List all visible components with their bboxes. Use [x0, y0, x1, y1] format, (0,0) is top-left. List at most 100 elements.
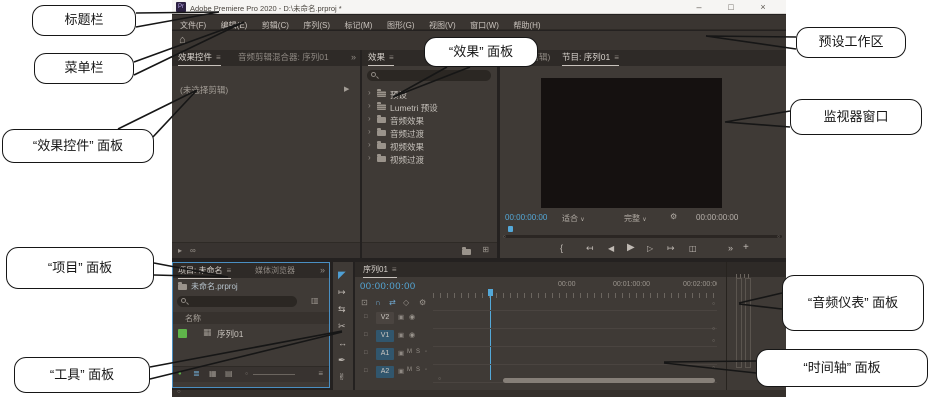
tab-effect-controls[interactable]: 效果控件≡: [178, 50, 221, 66]
nest-icon[interactable]: ⊡: [361, 298, 368, 307]
disclosure-icon[interactable]: ›: [368, 127, 371, 136]
fit-dropdown[interactable]: 适合 ∨: [562, 213, 585, 224]
sync-lock-icon[interactable]: ▣: [398, 349, 404, 357]
panel-menu-icon[interactable]: ≡: [212, 53, 221, 62]
snap-icon[interactable]: ∩: [375, 298, 381, 307]
tab-sequence-01[interactable]: 序列01≡: [363, 262, 397, 278]
tab-media-browser[interactable]: 媒体浏览器: [255, 263, 295, 278]
disclosure-icon[interactable]: ›: [368, 88, 371, 97]
go-to-out-button[interactable]: ↦: [667, 243, 675, 254]
track-target-v2[interactable]: V2: [376, 312, 394, 324]
add-marker-button[interactable]: {: [560, 243, 563, 253]
scrubber-left-handle[interactable]: ○: [503, 234, 506, 240]
tab-overflow-icon[interactable]: »: [351, 50, 356, 65]
linked-selection-icon[interactable]: ⇄: [389, 298, 396, 307]
filter-bin-icon[interactable]: ▥: [311, 296, 319, 305]
resolution-dropdown[interactable]: 完整 ∨: [624, 213, 647, 224]
voiceover-mic-icon[interactable]: ◦: [425, 367, 427, 373]
loop-icon[interactable]: ∞: [190, 246, 196, 255]
play-button[interactable]: ▶: [627, 242, 635, 253]
track-output-eye-icon[interactable]: ◉: [409, 331, 415, 339]
timeline-playhead-marker[interactable]: [488, 289, 493, 296]
button-editor-plus[interactable]: +: [743, 242, 749, 253]
effects-folder-row[interactable]: › 视频过渡: [362, 152, 497, 165]
track-resize-handle[interactable]: ○: [712, 338, 715, 344]
timeline-playhead-line[interactable]: [490, 296, 491, 380]
disclosure-icon[interactable]: ›: [368, 101, 371, 110]
panel-menu-icon[interactable]: ≡: [388, 265, 397, 274]
effects-folder-row[interactable]: › 预设: [362, 87, 497, 100]
track-select-forward-tool[interactable]: ↦: [338, 287, 346, 298]
disclosure-icon[interactable]: ›: [368, 114, 371, 123]
disclosure-icon[interactable]: ›: [368, 153, 371, 162]
sync-lock-icon[interactable]: ▣: [398, 331, 404, 339]
tab-effects[interactable]: 效果≡: [368, 50, 394, 66]
panel-menu-icon[interactable]: ≡: [610, 53, 619, 62]
scrubber-right-handle[interactable]: ○: [777, 234, 780, 240]
track-lock-icon[interactable]: □: [364, 332, 368, 338]
effects-folder-row[interactable]: › 音频过渡: [362, 126, 497, 139]
step-back-button[interactable]: ◀: [608, 244, 614, 253]
razor-tool[interactable]: ✂: [338, 321, 346, 332]
new-folder-icon[interactable]: [462, 249, 471, 255]
ripple-edit-tool[interactable]: ⇆: [338, 304, 346, 315]
tab-project[interactable]: 项目: 未命名≡: [178, 263, 231, 279]
hand-tool[interactable]: ✌: [338, 372, 346, 383]
project-search-input[interactable]: [177, 296, 297, 307]
label-color-swatch[interactable]: [178, 329, 187, 338]
track-lock-icon[interactable]: □: [364, 350, 368, 356]
track-target-a2[interactable]: A2: [376, 366, 394, 378]
slip-tool[interactable]: ↔: [338, 338, 347, 348]
tab-program-monitor[interactable]: 节目: 序列01≡: [562, 50, 619, 66]
track-resize-handle[interactable]: ○: [712, 365, 715, 371]
maximize-button[interactable]: □: [720, 1, 742, 13]
new-custom-bin-icon[interactable]: ⊞: [482, 245, 489, 254]
zoom-slider-track[interactable]: [253, 374, 295, 375]
add-marker-icon[interactable]: ◇: [403, 298, 409, 307]
playhead-marker[interactable]: [508, 226, 513, 232]
timeline-zoom-handle[interactable]: ○: [438, 376, 441, 382]
home-icon[interactable]: ⌂: [179, 34, 186, 46]
go-to-in-button[interactable]: ↤: [586, 243, 594, 254]
mute-button[interactable]: M: [407, 367, 412, 373]
current-timecode[interactable]: 00:00:00:00: [505, 213, 547, 222]
freeform-view-icon[interactable]: ▤: [225, 369, 233, 378]
name-column-header[interactable]: 名称: [173, 312, 329, 324]
minimize-button[interactable]: –: [688, 1, 710, 13]
track-resize-handle[interactable]: ○: [712, 301, 715, 307]
step-forward-button[interactable]: ▷: [647, 244, 653, 253]
project-footer-menu-icon[interactable]: ≡: [318, 369, 323, 378]
tab-audio-clip-mixer[interactable]: 音频剪辑混合器: 序列01: [238, 50, 329, 65]
panel-menu-icon[interactable]: ≡: [385, 53, 394, 62]
track-target-v1[interactable]: V1: [376, 330, 394, 342]
project-file-name[interactable]: 未命名.prproj: [191, 281, 238, 292]
sequence-item-label[interactable]: 序列01: [217, 328, 243, 340]
icon-view-icon[interactable]: ▦: [209, 369, 217, 378]
expand-arrow-icon[interactable]: ▶: [344, 85, 349, 93]
effects-folder-row[interactable]: › 视频效果: [362, 139, 497, 152]
track-output-eye-icon[interactable]: ◉: [409, 313, 415, 321]
zoom-slider-handle[interactable]: ○: [245, 371, 248, 377]
tab-overflow-icon[interactable]: »: [320, 263, 325, 278]
timeline-settings-icon[interactable]: ⚙: [419, 298, 426, 307]
selection-tool[interactable]: ◤: [338, 270, 346, 281]
solo-button[interactable]: S: [416, 349, 420, 355]
track-lock-icon[interactable]: □: [364, 368, 368, 374]
effects-folder-row[interactable]: › Lumetri 预设: [362, 100, 497, 113]
more-buttons-icon[interactable]: »: [728, 243, 733, 253]
track-lock-icon[interactable]: □: [364, 314, 368, 320]
track-target-a1[interactable]: A1: [376, 348, 394, 360]
export-frame-button[interactable]: ◫: [689, 244, 697, 253]
scrubber-track[interactable]: [504, 235, 782, 238]
timeline-timecode[interactable]: 00:00:00:00: [360, 281, 416, 292]
close-button[interactable]: ×: [752, 1, 774, 13]
panel-menu-icon[interactable]: ≡: [222, 266, 231, 275]
timeline-horizontal-scrollbar[interactable]: [503, 378, 715, 383]
voiceover-mic-icon[interactable]: ◦: [425, 349, 427, 355]
settings-wrench-icon[interactable]: ⚙: [670, 212, 677, 221]
play-audio-icon[interactable]: ▸: [178, 246, 182, 255]
mute-button[interactable]: M: [407, 349, 412, 355]
effects-folder-row[interactable]: › 音频效果: [362, 113, 497, 126]
effects-search-input[interactable]: [367, 70, 491, 81]
disclosure-icon[interactable]: ›: [368, 140, 371, 149]
